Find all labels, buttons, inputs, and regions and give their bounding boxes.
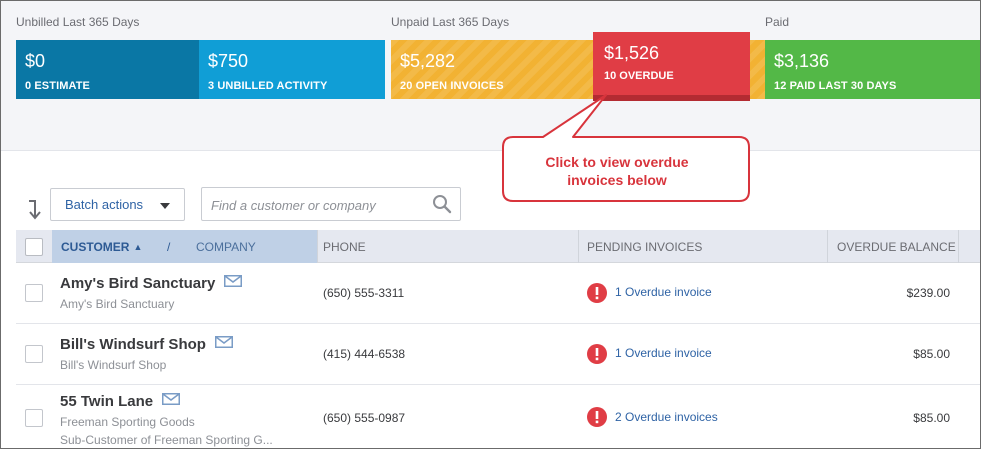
column-separator — [958, 230, 959, 263]
envelope-icon[interactable] — [224, 275, 243, 287]
overdue-balance: $85.00 — [913, 411, 950, 425]
unbilled-activity-tile[interactable]: $750 3 UNBILLED ACTIVITY — [199, 40, 385, 99]
column-separator — [317, 230, 318, 263]
overdue-invoice-link[interactable]: 2 Overdue invoices — [615, 410, 718, 424]
row-checkbox[interactable] — [25, 345, 43, 363]
overdue-balance-column-header[interactable]: OVERDUE BALANCE — [837, 240, 956, 254]
row-checkbox[interactable] — [25, 409, 43, 427]
envelope-icon[interactable] — [162, 393, 181, 405]
customer-header-label: CUSTOMER — [61, 240, 130, 254]
company-name: Freeman Sporting Goods — [60, 415, 195, 429]
overdue-balance: $85.00 — [913, 347, 950, 361]
phone-column-header[interactable]: PHONE — [323, 240, 366, 254]
table-row[interactable]: Amy's Bird Sanctuary Amy's Bird Sanctuar… — [16, 264, 980, 324]
table-header: CUSTOMER ▲ / COMPANY PHONE PENDING INVOIC… — [16, 230, 980, 263]
sub-customer-text: Sub-Customer of Freeman Sporting G... — [60, 433, 273, 447]
header-slash: / — [167, 240, 171, 254]
table-row[interactable]: 55 Twin Lane Freeman Sporting Goods Sub-… — [16, 386, 980, 448]
overdue-invoice-link[interactable]: 1 Overdue invoice — [615, 285, 712, 299]
overdue-label: 10 OVERDUE — [604, 70, 674, 82]
magnifier-icon[interactable] — [432, 194, 452, 214]
overdue-amount: $1,526 — [604, 43, 660, 63]
invoices-page: Unbilled Last 365 Days Unpaid Last 365 D… — [0, 0, 981, 449]
customer-column-header[interactable]: CUSTOMER ▲ — [61, 240, 142, 254]
table-row[interactable]: Bill's Windsurf Shop Bill's Windsurf Sho… — [16, 325, 980, 385]
company-column-header[interactable]: COMPANY — [196, 240, 256, 254]
customer-name[interactable]: 55 Twin Lane — [60, 393, 181, 410]
unpaid-section-label: Unpaid Last 365 Days — [391, 15, 510, 29]
alert-icon — [587, 407, 607, 427]
callout-line-1: Click to view overdue — [545, 154, 689, 170]
caret-down-icon — [160, 203, 170, 209]
customer-name-text: Amy's Bird Sanctuary — [60, 275, 216, 292]
sort-down-arrow-icon[interactable] — [27, 199, 43, 221]
company-name: Amy's Bird Sanctuary — [60, 297, 175, 311]
batch-actions-button[interactable]: Batch actions — [50, 188, 185, 221]
envelope-icon[interactable] — [214, 336, 233, 348]
column-separator — [578, 230, 579, 263]
search-box — [201, 187, 461, 221]
column-separator — [827, 230, 828, 263]
unbilled-label: 3 UNBILLED ACTIVITY — [208, 80, 328, 92]
alert-icon — [587, 283, 607, 303]
callout-line-2: invoices below — [567, 172, 667, 188]
callout-text: Click to view overdue invoices below — [491, 153, 743, 189]
batch-actions-label: Batch actions — [65, 197, 144, 212]
customer-name[interactable]: Amy's Bird Sanctuary — [60, 275, 243, 292]
paid-amount: $3,136 — [774, 51, 830, 71]
phone-number: (650) 555-0987 — [323, 411, 406, 425]
pending-invoices-column-header[interactable]: PENDING INVOICES — [587, 240, 702, 254]
overdue-tile[interactable]: $1,526 10 OVERDUE — [593, 32, 750, 101]
select-all-checkbox[interactable] — [25, 238, 43, 256]
estimate-amount: $0 — [25, 51, 46, 71]
search-input[interactable] — [211, 196, 426, 214]
overdue-balance: $239.00 — [906, 286, 950, 300]
estimate-tile[interactable]: $0 0 ESTIMATE — [16, 40, 199, 99]
alert-icon — [587, 344, 607, 364]
paid-section-label: Paid — [765, 15, 790, 29]
paid-tile[interactable]: $3,136 12 PAID LAST 30 DAYS — [765, 40, 980, 99]
estimate-label: 0 ESTIMATE — [25, 80, 90, 92]
customer-name-text: 55 Twin Lane — [60, 393, 154, 410]
row-checkbox[interactable] — [25, 284, 43, 302]
unbilled-amount: $750 — [208, 51, 249, 71]
customer-name[interactable]: Bill's Windsurf Shop — [60, 336, 233, 353]
paid-label: 12 PAID LAST 30 DAYS — [774, 80, 897, 92]
unbilled-section-label: Unbilled Last 365 Days — [16, 15, 140, 29]
sort-up-icon: ▲ — [133, 242, 143, 252]
callout-bubble — [502, 94, 750, 202]
phone-number: (415) 444-6538 — [323, 347, 406, 361]
phone-number: (650) 555-3311 — [323, 286, 405, 300]
customer-name-text: Bill's Windsurf Shop — [60, 336, 206, 353]
overdue-invoice-link[interactable]: 1 Overdue invoice — [615, 346, 712, 360]
company-name: Bill's Windsurf Shop — [60, 358, 167, 372]
